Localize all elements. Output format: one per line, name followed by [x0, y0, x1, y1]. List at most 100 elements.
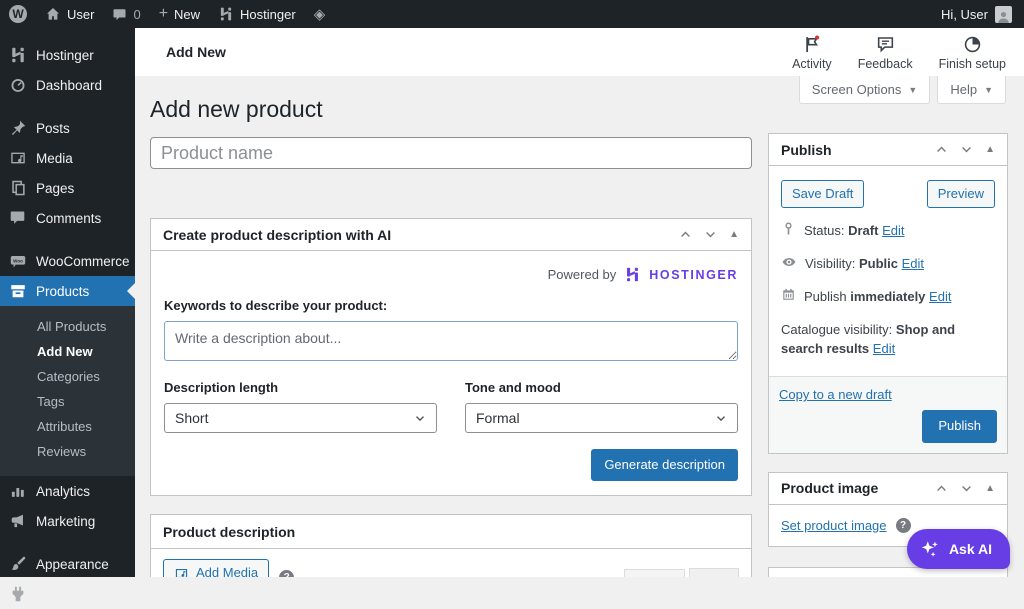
- sidebar-item-media[interactable]: Media: [0, 143, 135, 173]
- new-menu[interactable]: + New: [150, 0, 209, 28]
- activity-flag-icon: [801, 34, 822, 55]
- submenu-add-new[interactable]: Add New: [0, 339, 135, 364]
- sidebar-item-comments[interactable]: Comments: [0, 203, 135, 233]
- visibility-value: Public: [859, 256, 898, 271]
- length-select[interactable]: Short: [164, 403, 437, 433]
- help-tab[interactable]: Help ▼: [937, 76, 1006, 104]
- submenu-categories[interactable]: Categories: [0, 364, 135, 389]
- activity-button[interactable]: Activity: [792, 34, 832, 71]
- publish-time-label: Publish: [804, 289, 847, 304]
- pages-icon: [9, 179, 27, 197]
- edit-visibility-link[interactable]: Edit: [902, 256, 924, 271]
- hostinger-adminbar-link[interactable]: Hostinger: [209, 0, 305, 28]
- generate-description-button[interactable]: Generate description: [591, 449, 738, 481]
- finish-setup-button[interactable]: Finish setup: [939, 34, 1006, 71]
- plugin-badge[interactable]: ◈: [305, 0, 335, 28]
- ask-ai-button[interactable]: Ask AI: [907, 529, 1010, 569]
- sidebar-item-products[interactable]: Products: [0, 276, 135, 306]
- submenu-tags[interactable]: Tags: [0, 389, 135, 414]
- admin-sidebar: Hostinger Dashboard Posts Media Pages Co…: [0, 28, 135, 577]
- chevron-down-icon: ▼: [984, 85, 993, 95]
- tab-text[interactable]: Text: [689, 568, 739, 577]
- content-frame: Add New Activity Feedback Finish setup: [135, 28, 1024, 577]
- product-name-input[interactable]: [150, 137, 752, 169]
- site-link[interactable]: User: [36, 0, 103, 28]
- sidebar-item-label: Dashboard: [36, 78, 102, 93]
- description-panel-title: Product description: [163, 524, 295, 540]
- ai-options-row: Description length Short Tone and mood F…: [164, 380, 738, 433]
- order-down-icon[interactable]: [704, 228, 717, 241]
- screen-options-tab[interactable]: Screen Options ▼: [799, 76, 931, 104]
- save-draft-button[interactable]: Save Draft: [781, 180, 864, 208]
- screen-meta-links: Screen Options ▼ Help ▼: [799, 76, 1006, 104]
- preview-button[interactable]: Preview: [927, 180, 995, 208]
- wordpress-menu[interactable]: W: [0, 0, 36, 28]
- catalogue-text: Catalogue visibility: Shop and search re…: [781, 321, 995, 359]
- order-up-icon[interactable]: [679, 228, 692, 241]
- edit-schedule-link[interactable]: Edit: [929, 289, 951, 304]
- sidebar-item-label: Pages: [36, 181, 74, 196]
- media-icon: [9, 149, 27, 167]
- admin-bar-account[interactable]: Hi, User: [929, 6, 1024, 23]
- sparkles-icon: [919, 538, 941, 560]
- toggle-panel-icon[interactable]: ▲: [985, 144, 995, 155]
- ai-panel-header[interactable]: Create product description with AI ▲: [151, 219, 751, 251]
- sidebar-item-plugins[interactable]: Plugins: [0, 579, 135, 609]
- submenu-reviews[interactable]: Reviews: [0, 439, 135, 464]
- hostinger-logo-icon: [218, 6, 234, 22]
- publish-button-row: Publish: [779, 410, 997, 442]
- submenu-attributes[interactable]: Attributes: [0, 414, 135, 439]
- product-image-header[interactable]: Product image ▲: [769, 473, 1007, 505]
- sidebar-item-marketing[interactable]: Marketing: [0, 506, 135, 536]
- sidebar-item-woocommerce[interactable]: Woo WooCommerce: [0, 246, 135, 276]
- add-media-icon: [174, 566, 189, 577]
- panel-handle-actions: ▲: [935, 482, 995, 495]
- order-up-icon[interactable]: [935, 143, 948, 156]
- feedback-button[interactable]: Feedback: [858, 34, 913, 71]
- sidebar-item-analytics[interactable]: Analytics: [0, 476, 135, 506]
- tab-visual[interactable]: Visual: [624, 569, 685, 577]
- comments-bubble-icon: [112, 7, 127, 22]
- tone-select[interactable]: Formal: [465, 403, 738, 433]
- edit-catalogue-link[interactable]: Edit: [873, 341, 895, 356]
- side-column: Publish ▲ Save Draft Preview: [768, 133, 1008, 577]
- set-product-image-link[interactable]: Set product image: [781, 518, 887, 533]
- visibility-label: Visibility:: [805, 256, 855, 271]
- sidebar-item-posts[interactable]: Posts: [0, 113, 135, 143]
- order-down-icon[interactable]: [960, 482, 973, 495]
- keywords-textarea[interactable]: [164, 321, 738, 361]
- submenu-all-products[interactable]: All Products: [0, 314, 135, 339]
- add-media-button[interactable]: Add Media: [163, 559, 269, 577]
- visibility-text: Visibility: Public Edit: [805, 255, 924, 274]
- publish-button[interactable]: Publish: [922, 410, 997, 442]
- description-length-group: Description length Short: [164, 380, 437, 433]
- sidebar-item-hostinger[interactable]: Hostinger: [0, 40, 135, 70]
- ai-description-panel: Create product description with AI ▲ Pow…: [150, 218, 752, 496]
- help-icon[interactable]: ?: [896, 518, 911, 533]
- copy-to-draft-link[interactable]: Copy to a new draft: [779, 387, 892, 402]
- order-up-icon[interactable]: [935, 482, 948, 495]
- pin-icon: [9, 119, 27, 137]
- description-panel-header: Product description: [151, 515, 751, 549]
- brush-icon: [9, 555, 27, 573]
- sidebar-item-label: Marketing: [36, 514, 95, 529]
- comments-count: 0: [133, 7, 140, 22]
- edit-status-link[interactable]: Edit: [882, 223, 904, 238]
- comments-link[interactable]: 0: [103, 0, 149, 28]
- publish-panel-header[interactable]: Publish ▲: [769, 134, 1007, 166]
- sidebar-item-dashboard[interactable]: Dashboard: [0, 70, 135, 100]
- sidebar-item-label: Analytics: [36, 484, 90, 499]
- greeting-text: Hi, User: [941, 7, 988, 22]
- content-columns: Add new product Create product descripti…: [135, 76, 1024, 577]
- toggle-panel-icon[interactable]: ▲: [985, 483, 995, 494]
- order-down-icon[interactable]: [960, 143, 973, 156]
- sidebar-item-appearance[interactable]: Appearance: [0, 549, 135, 579]
- hostinger-logo-icon: [624, 266, 641, 283]
- toggle-panel-icon[interactable]: ▲: [729, 229, 739, 240]
- schedule-row: Publish immediately Edit: [781, 288, 995, 307]
- product-gallery-header[interactable]: Product gallery ▲: [769, 568, 1007, 577]
- home-icon: [45, 6, 61, 22]
- help-icon[interactable]: ?: [279, 570, 294, 577]
- length-label: Description length: [164, 380, 437, 395]
- sidebar-item-pages[interactable]: Pages: [0, 173, 135, 203]
